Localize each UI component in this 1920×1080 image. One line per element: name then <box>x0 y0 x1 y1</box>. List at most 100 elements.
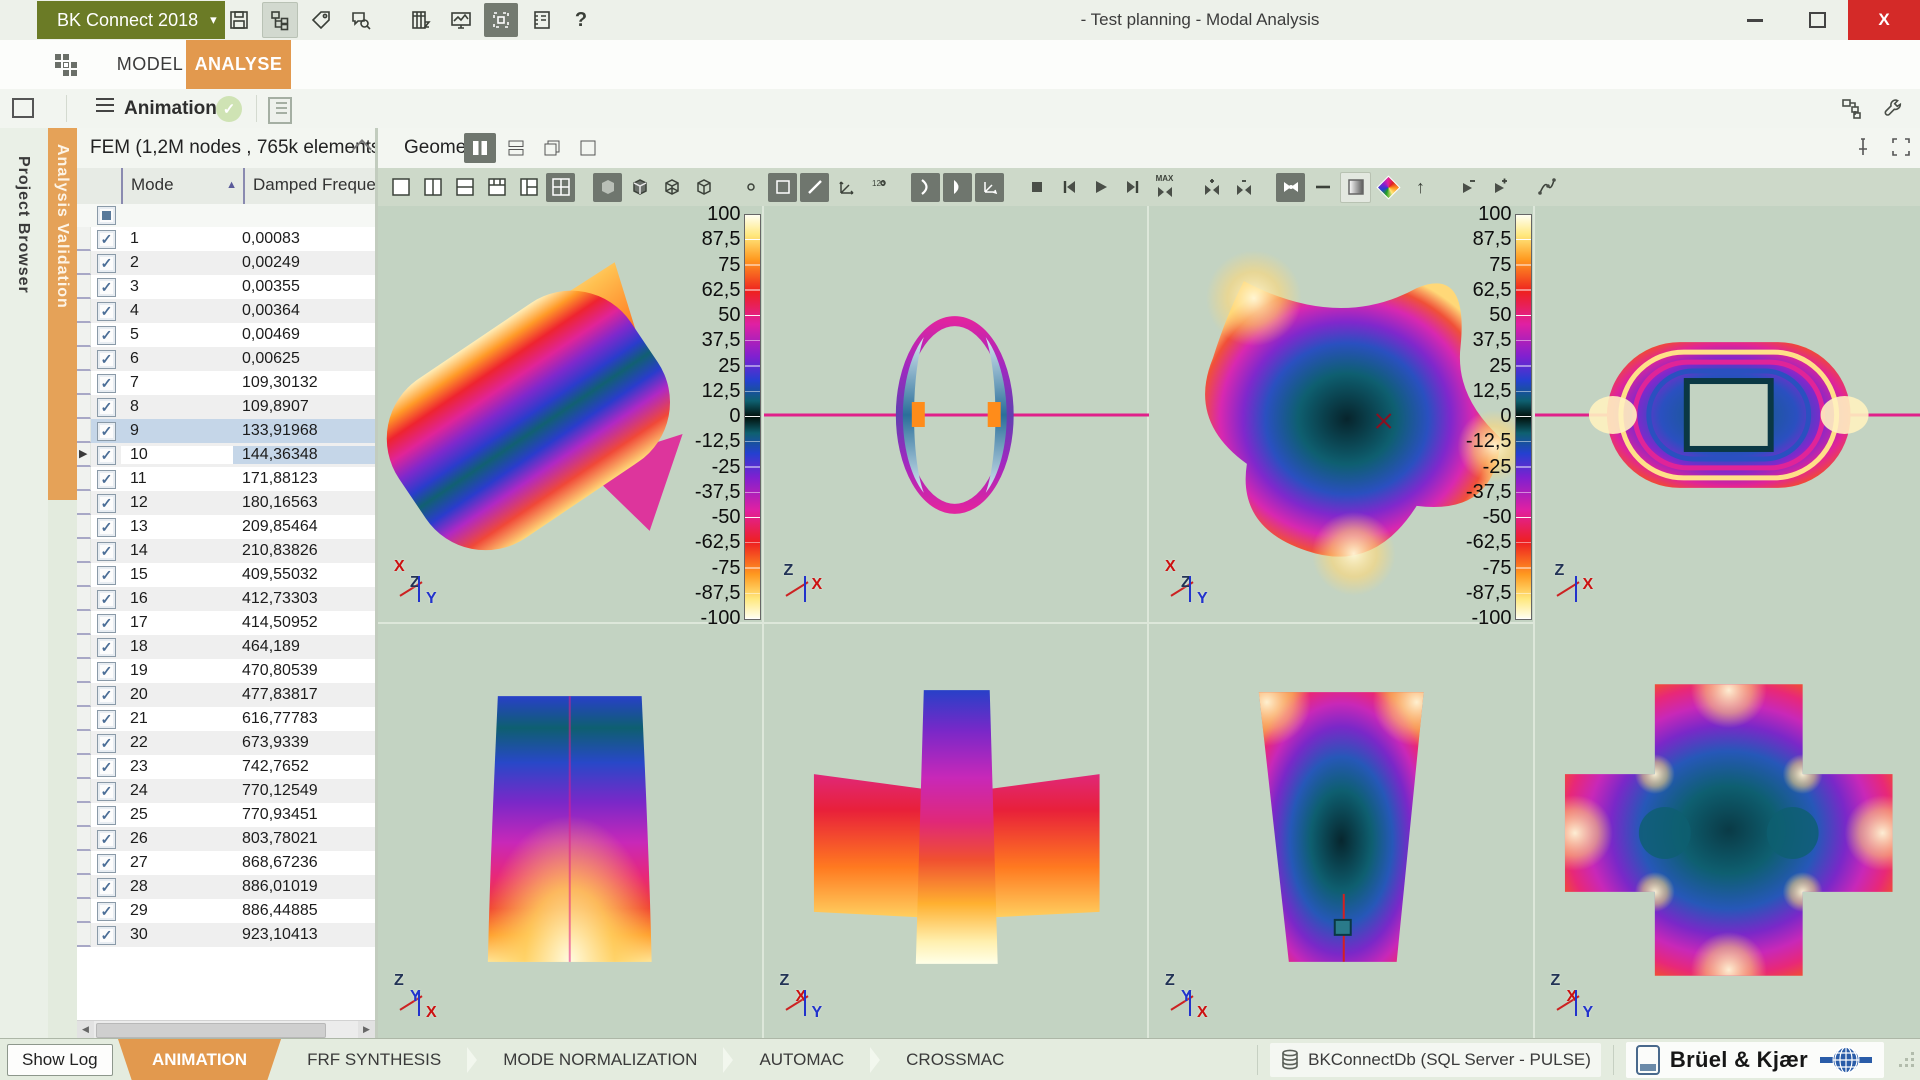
mode-checkbox[interactable]: ✓ <box>97 542 116 561</box>
mode-checkbox[interactable]: ✓ <box>97 254 116 273</box>
mode-checkbox-cell[interactable]: ✓ <box>91 398 121 417</box>
mode-checkbox-cell[interactable]: ✓ <box>91 758 121 777</box>
fem-row-10[interactable]: ▶✓10144,36348 <box>77 443 375 467</box>
fem-row-23[interactable]: ✓23742,7652 <box>77 755 375 779</box>
mode-checkbox-cell[interactable]: ✓ <box>91 542 121 561</box>
view-front-2[interactable]: ZX <box>1535 206 1920 624</box>
select-all-checkbox[interactable] <box>97 206 116 225</box>
fem-row-14[interactable]: ✓14210,83826 <box>77 539 375 563</box>
fem-row-18[interactable]: ✓18464,189 <box>77 635 375 659</box>
mode-checkbox[interactable]: ✓ <box>97 734 116 753</box>
fem-row-22[interactable]: ✓22673,9339 <box>77 731 375 755</box>
wrench-icon[interactable] <box>1882 96 1906 120</box>
mode-checkbox-cell[interactable]: ✓ <box>91 614 121 633</box>
scrollbar-thumb[interactable] <box>96 1023 326 1038</box>
project-tree-button[interactable] <box>262 2 298 38</box>
next-mode-button[interactable] <box>1485 173 1514 202</box>
mode-checkbox[interactable]: ✓ <box>97 590 116 609</box>
mode-checkbox-cell[interactable]: ✓ <box>91 590 121 609</box>
cascade-windows-icon[interactable] <box>12 98 34 118</box>
split-vertical-button[interactable] <box>464 133 496 163</box>
tab-automac[interactable]: AUTOMAC <box>733 1039 870 1080</box>
split-horizontal-button[interactable] <box>500 133 532 163</box>
step-first-button[interactable] <box>1054 173 1083 202</box>
autoscale-button[interactable] <box>1276 173 1305 202</box>
mode-checkbox[interactable]: ✓ <box>97 758 116 777</box>
wireframe-view-button[interactable] <box>657 173 686 202</box>
fem-row-2[interactable]: ✓20,00249 <box>77 251 375 275</box>
fem-row-21[interactable]: ✓21616,77783 <box>77 707 375 731</box>
tab-mode-normalization[interactable]: MODE NORMALIZATION <box>477 1039 723 1080</box>
mode-checkbox[interactable]: ✓ <box>97 662 116 681</box>
mode-checkbox[interactable]: ✓ <box>97 446 116 465</box>
node-size-button[interactable] <box>736 173 765 202</box>
mode-checkbox-cell[interactable]: ✓ <box>91 806 121 825</box>
view-iso-1[interactable]: 10087,57562,55037,52512,50-12,5-25-37,5-… <box>378 206 764 624</box>
fem-row-11[interactable]: ✓11171,88123 <box>77 467 375 491</box>
sweep-solid-button[interactable] <box>943 173 972 202</box>
fem-row-17[interactable]: ✓17414,50952 <box>77 611 375 635</box>
mode-checkbox-cell[interactable]: ✓ <box>91 878 121 897</box>
task-menu-icon[interactable] <box>96 98 114 112</box>
scroll-right-icon[interactable]: ▶ <box>358 1021 375 1038</box>
fem-row-29[interactable]: ✓29886,44885 <box>77 899 375 923</box>
mode-checkbox[interactable]: ✓ <box>97 782 116 801</box>
layout-grid-top-button[interactable] <box>482 173 511 202</box>
amplitude-up-button[interactable] <box>1197 173 1226 202</box>
mode-checkbox[interactable]: ✓ <box>97 686 116 705</box>
select-area-button[interactable] <box>768 173 797 202</box>
sweep-arc-button[interactable] <box>911 173 940 202</box>
fem-row-7[interactable]: ✓7109,30132 <box>77 371 375 395</box>
fem-row-30[interactable]: ✓30923,10413 <box>77 923 375 947</box>
tab-crossmac[interactable]: CROSSMAC <box>880 1039 1030 1080</box>
mode-checkbox[interactable]: ✓ <box>97 926 116 945</box>
mode-checkbox[interactable]: ✓ <box>97 566 116 585</box>
mode-checkbox-cell[interactable]: ✓ <box>91 422 121 441</box>
animate-axes-button[interactable] <box>975 173 1004 202</box>
node-numbers-button[interactable]: 123 <box>864 173 893 202</box>
view-side-2[interactable]: ZXY <box>764 624 1150 1038</box>
tab-analysis-validation[interactable]: Analysis Validation <box>48 128 77 500</box>
mode-checkbox-cell[interactable]: ✓ <box>91 854 121 873</box>
mode-checkbox[interactable]: ✓ <box>97 806 116 825</box>
pin-icon[interactable] <box>1852 136 1874 158</box>
play-button[interactable] <box>1086 173 1115 202</box>
fem-row-9[interactable]: ✓9133,91968 <box>77 419 375 443</box>
mode-checkbox[interactable]: ✓ <box>97 350 116 369</box>
mode-checkbox-cell[interactable]: ✓ <box>91 830 121 849</box>
fem-row-15[interactable]: ✓15409,55032 <box>77 563 375 587</box>
mode-checkbox[interactable]: ✓ <box>97 710 116 729</box>
mode-checkbox-cell[interactable]: ✓ <box>91 686 121 705</box>
layout-two-horizontal-button[interactable] <box>450 173 479 202</box>
fem-row-12[interactable]: ✓12180,16563 <box>77 491 375 515</box>
layout-quad-button[interactable] <box>546 173 575 202</box>
mode-checkbox-cell[interactable]: ✓ <box>91 446 121 465</box>
fem-row-13[interactable]: ✓13209,85464 <box>77 515 375 539</box>
undeformed-button[interactable] <box>1308 173 1337 202</box>
mode-checkbox[interactable]: ✓ <box>97 854 116 873</box>
view-side-1[interactable]: ZYX <box>378 624 764 1038</box>
fem-row-28[interactable]: ✓28886,01019 <box>77 875 375 899</box>
prev-mode-button[interactable] <box>1453 173 1482 202</box>
fem-row-4[interactable]: ✓40,00364 <box>77 299 375 323</box>
view-iso-2[interactable]: 10087,57562,55037,52512,50-12,5-25-37,5-… <box>1149 206 1535 624</box>
mode-checkbox-cell[interactable]: ✓ <box>91 254 121 273</box>
fem-row-24[interactable]: ✓24770,12549 <box>77 779 375 803</box>
mode-checkbox-cell[interactable]: ✓ <box>91 374 121 393</box>
restore-button[interactable] <box>1786 0 1848 40</box>
solid-view-button[interactable] <box>625 173 654 202</box>
mode-checkbox-cell[interactable]: ✓ <box>91 326 121 345</box>
mode-checkbox-cell[interactable]: ✓ <box>91 782 121 801</box>
mode-checkbox-cell[interactable]: ✓ <box>91 278 121 297</box>
mode-checkbox[interactable]: ✓ <box>97 398 116 417</box>
mode-checkbox[interactable]: ✓ <box>97 614 116 633</box>
help-button[interactable]: ? <box>564 3 598 37</box>
mode-checkbox[interactable]: ✓ <box>97 374 116 393</box>
view-front-1[interactable]: ZX <box>764 206 1150 624</box>
tab-analyse[interactable]: ANALYSE <box>186 40 291 89</box>
cascade-views-button[interactable] <box>536 133 568 163</box>
app-menu-button[interactable]: BK Connect 2018 ▾ <box>37 1 225 39</box>
mode-checkbox[interactable]: ✓ <box>97 494 116 513</box>
notebook-button[interactable] <box>524 3 558 37</box>
color-wheel-button[interactable] <box>1374 173 1403 202</box>
